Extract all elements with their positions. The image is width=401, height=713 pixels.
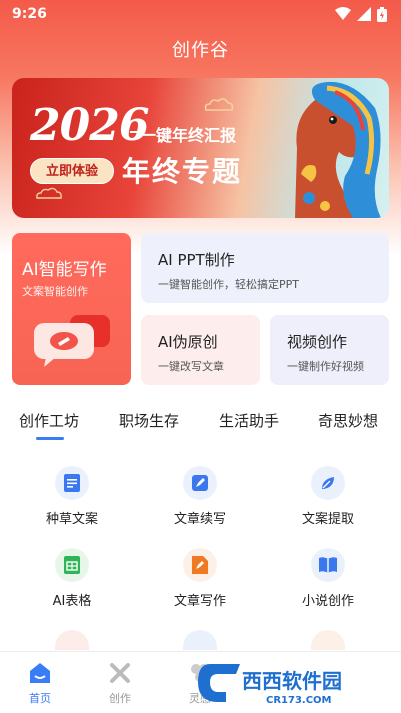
tab-creation-workshop[interactable]: 创作工坊 <box>19 410 79 431</box>
leaf-icon <box>311 466 345 500</box>
partial-tool-icon <box>183 630 217 650</box>
home-icon <box>30 663 50 683</box>
edit-icon <box>183 466 217 500</box>
chat-icon <box>34 315 110 367</box>
tool-row-partial <box>0 630 401 650</box>
tools-icon <box>110 663 130 683</box>
tool-grass-copy[interactable]: 种草文案 <box>12 466 132 527</box>
status-icons <box>335 6 387 22</box>
tool-label: 小说创作 <box>301 594 354 609</box>
video-creation-title: 视频创作 <box>287 333 348 351</box>
tool-label: 文章写作 <box>173 594 226 609</box>
ai-writing-card[interactable]: AI智能写作 文案智能创作 <box>12 233 131 385</box>
category-tabs: 创作工坊 职场生存 生活助手 奇思妙想 <box>0 410 401 440</box>
tool-copy-extract[interactable]: 文案提取 <box>268 466 388 527</box>
tab-life-assistant[interactable]: 生活助手 <box>219 410 279 431</box>
tool-label: 文案提取 <box>301 512 354 527</box>
cloud-icon <box>36 187 62 199</box>
video-creation-card[interactable]: 视频创作 一键制作好视频 <box>270 315 389 385</box>
table-icon <box>55 548 89 582</box>
ai-rewrite-title: AI伪原创 <box>158 333 218 351</box>
tool-label: AI表格 <box>52 594 92 609</box>
tool-ai-table[interactable]: AI表格 <box>12 548 132 609</box>
video-creation-subtitle: 一键制作好视频 <box>287 360 364 373</box>
watermark-brand: 西西软件园 <box>242 669 342 693</box>
book-icon <box>311 548 345 582</box>
battery-icon <box>377 6 387 22</box>
active-tab-indicator <box>36 437 64 440</box>
status-bar: 9:26 <box>0 0 401 28</box>
wifi-icon <box>335 7 351 20</box>
horse-illustration <box>295 81 381 218</box>
nav-home[interactable]: 首页 <box>10 662 70 706</box>
app-title: 创作谷 <box>172 40 229 61</box>
site-watermark: 西西软件园 CR173.COM <box>198 664 342 706</box>
ai-ppt-card[interactable]: AI PPT制作 一键智能创作，轻松搞定PPT <box>141 233 389 303</box>
promo-banner[interactable]: 2026 一键年终汇报 年终专题 立即体验 <box>12 78 389 218</box>
tool-article-writing[interactable]: 文章写作 <box>140 548 260 609</box>
nav-create[interactable]: 创作 <box>90 662 150 706</box>
watermark-url: CR173.COM <box>266 695 332 706</box>
tool-label: 种草文案 <box>45 512 98 527</box>
ai-writing-subtitle: 文案智能创作 <box>22 285 88 298</box>
banner-headline: 一键年终汇报 <box>129 122 236 146</box>
tool-novel[interactable]: 小说创作 <box>268 548 388 609</box>
pen-doc-icon <box>183 548 217 582</box>
cloud-icon <box>204 98 234 111</box>
tool-article-continue[interactable]: 文章续写 <box>140 466 260 527</box>
tool-label: 文章续写 <box>173 512 226 527</box>
ai-ppt-subtitle: 一键智能创作，轻松搞定PPT <box>158 278 299 291</box>
banner-title: 年终专题 <box>122 155 243 188</box>
status-time: 9:26 <box>12 6 47 22</box>
banner-year: 2026 <box>30 100 149 151</box>
ai-ppt-title: AI PPT制作 <box>158 251 235 269</box>
ai-writing-title: AI智能写作 <box>22 260 107 280</box>
tab-workplace[interactable]: 职场生存 <box>119 410 179 431</box>
partial-tool-icon <box>311 630 345 650</box>
ai-rewrite-card[interactable]: AI伪原创 一键改写文章 <box>141 315 260 385</box>
nav-label: 首页 <box>29 692 51 705</box>
document-icon <box>55 466 89 500</box>
tab-ideas[interactable]: 奇思妙想 <box>318 410 378 431</box>
ai-rewrite-subtitle: 一键改写文章 <box>158 360 224 373</box>
signal-icon <box>357 7 371 21</box>
partial-tool-icon <box>55 630 89 650</box>
nav-label: 创作 <box>109 692 131 705</box>
feature-cards: AI智能写作 文案智能创作 AI PPT制作 一键智能创作，轻松搞定PPT AI… <box>12 233 389 385</box>
try-now-button[interactable]: 立即体验 <box>30 158 114 184</box>
